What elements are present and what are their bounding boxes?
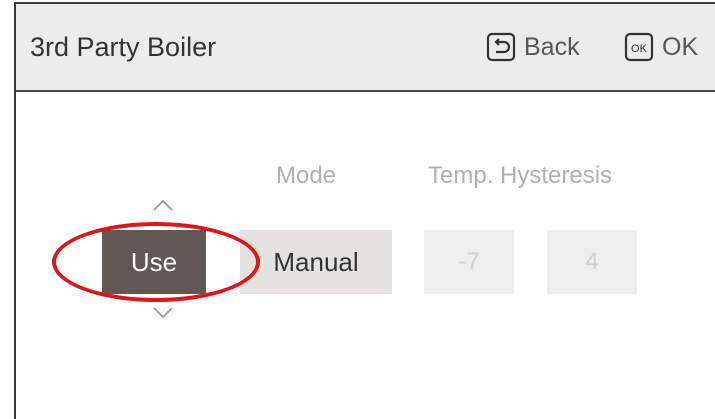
chevron-up-icon[interactable]: [152, 198, 174, 212]
boiler-settings-screen: 3rd Party Boiler Back OK OK Mode Temp. H…: [14, 2, 715, 419]
back-label: Back: [524, 32, 580, 61]
page-title: 3rd Party Boiler: [30, 32, 217, 62]
temp-low-value-cell[interactable]: -7: [424, 230, 514, 294]
back-icon: [486, 32, 516, 62]
back-button[interactable]: Back: [486, 32, 580, 62]
ok-icon: OK: [624, 32, 654, 62]
use-value-cell[interactable]: Use: [102, 230, 206, 294]
header-bar: 3rd Party Boiler Back OK OK: [16, 4, 715, 92]
temp-hysteresis-column-label: Temp. Hysteresis: [428, 162, 613, 189]
temp-high-value-cell[interactable]: 4: [547, 230, 637, 294]
ok-button[interactable]: OK OK: [624, 32, 698, 62]
mode-column-label: Mode: [276, 162, 337, 189]
chevron-down-icon[interactable]: [152, 306, 174, 320]
ok-label: OK: [662, 32, 699, 61]
ok-icon-text: OK: [631, 43, 648, 55]
mode-value-cell[interactable]: Manual: [240, 230, 392, 294]
